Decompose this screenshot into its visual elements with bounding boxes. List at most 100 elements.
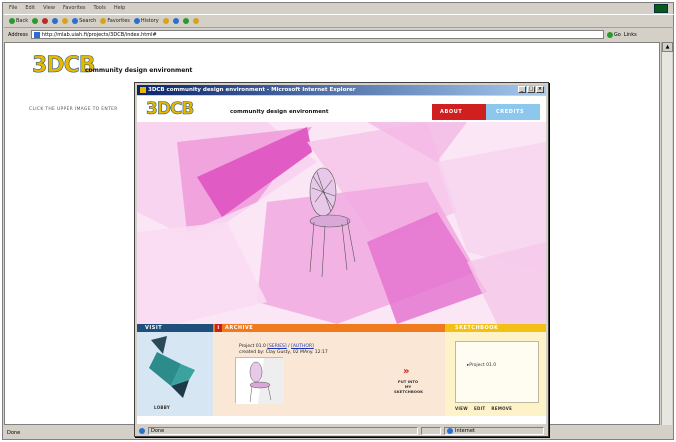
windows-logo-icon [654,4,668,13]
discuss-icon [192,18,199,24]
menu-favorites[interactable]: Favorites [63,5,86,11]
scene-3d-viewer[interactable] [137,122,546,324]
bottom-panels: VISIT LOBBY i ARCHIVE Project 01.0 [SERI… [137,324,546,416]
put-into-sketchbook-icon[interactable]: » [403,366,410,377]
project-thumbnail[interactable] [235,357,284,404]
popup-status-bar: Done Internet [137,426,546,436]
favorites-button[interactable]: Favorites [100,18,130,24]
history-icon [133,18,140,24]
home-button[interactable] [62,18,69,24]
popup-header: 3DCB community design environment ABOUT … [137,96,546,122]
mail-button[interactable] [162,18,169,24]
address-bar: Address http://mlab.uiah.fi/projects/3DC… [4,29,674,40]
menu-edit[interactable]: Edit [25,5,35,11]
sketchbook-panel: SKETCHBOOK Project 01.0 VIEW EDIT REMOVE [445,324,546,416]
forward-arrow-icon [32,18,39,24]
home-icon [62,18,69,24]
popup-window-controls: _ □ × [518,86,544,93]
thumbnail-backrest [249,361,263,383]
print-icon [172,18,179,24]
menu-file[interactable]: File [9,5,17,11]
popup-tagline: community design environment [230,109,329,115]
back-arrow-icon [9,18,15,24]
popup-title-bar[interactable]: 3DCB community design environment - Micr… [137,85,546,95]
popup-page: 3DCB community design environment ABOUT … [137,96,546,424]
site-tagline: community design environment [85,67,193,74]
search-button[interactable]: Search [72,18,96,24]
refresh-icon [52,18,59,24]
go-arrow-icon [606,31,613,38]
sketchbook-actions: VIEW EDIT REMOVE [455,406,512,411]
lobby-icon[interactable] [137,334,213,404]
address-input[interactable]: http://mlab.uiah.fi/projects/3DCB/index.… [30,30,604,39]
popup-title-text: 3DCB community design environment - Micr… [148,87,356,93]
forward-button[interactable] [32,18,39,24]
stop-button[interactable] [42,18,49,24]
remove-button[interactable]: REMOVE [491,406,512,411]
close-button[interactable]: × [536,86,544,93]
internet-globe-icon [447,428,453,434]
sketchbook-header: SKETCHBOOK [445,324,546,332]
enter-hint: CLICK THE UPPER IMAGE TO ENTER [29,107,118,112]
discuss-button[interactable] [192,18,199,24]
archive-header: i ARCHIVE [213,324,445,332]
menu-bar: File Edit View Favorites Tools Help [4,3,674,13]
address-label: Address [8,31,28,38]
visit-panel: VISIT LOBBY [137,324,213,416]
page-icon [33,31,40,38]
visit-header: VISIT [137,324,213,332]
project-created: created by: Clay Gusty, 02 MAny. 12:17 [239,350,328,355]
lobby-link[interactable]: LOBBY [154,405,170,410]
series-link[interactable]: [SERIES] [267,344,286,349]
project-name: Project 01.0 [239,344,266,349]
status-page-icon [139,428,145,434]
scroll-up-icon[interactable]: ▲ [662,42,673,52]
toolbar: Back Search Favorites History [4,14,674,28]
view-button[interactable]: VIEW [455,406,468,411]
status-zone: Internet [444,427,544,435]
edit-button[interactable] [182,18,189,24]
put-into-sketchbook-link[interactable]: PUT INTO MY SKETCHBOOK [394,379,423,394]
search-icon [72,18,79,24]
credits-button[interactable]: CREDITS [486,104,540,120]
history-button[interactable]: History [133,18,159,24]
site-logo[interactable]: 3DCB [32,53,96,79]
stop-icon [42,18,49,24]
back-button[interactable]: Back [9,18,28,24]
refresh-button[interactable] [52,18,59,24]
about-button[interactable]: ABOUT [432,104,486,120]
scene-canvas [137,122,546,324]
thumbnail-seat [249,381,271,389]
popup-app-icon [140,87,146,93]
menu-tools[interactable]: Tools [94,5,106,11]
browser-status-text: Done [7,429,21,436]
vertical-scrollbar[interactable]: ▲ [661,42,673,425]
archive-header-label: ARCHIVE [225,325,254,331]
sketchbook-item[interactable]: Project 01.0 [467,363,496,368]
status-blank [421,427,441,435]
popup-status-text: Done [148,427,418,435]
author-link[interactable]: [AUTHOR] [291,344,314,349]
print-button[interactable] [172,18,179,24]
links-button[interactable]: Links [624,32,637,38]
thumbnail-chair [236,358,284,404]
mail-icon [162,18,169,24]
archive-panel: i ARCHIVE Project 01.0 [SERIES] / [AUTHO… [213,324,445,416]
popup-logo[interactable]: 3DCB [146,99,195,120]
maximize-button[interactable]: □ [527,86,535,93]
edit-icon [182,18,189,24]
minimize-button[interactable]: _ [518,86,526,93]
edit-sketch-button[interactable]: EDIT [474,406,485,411]
project-info: Project 01.0 [SERIES] / [AUTHOR] created… [239,344,328,356]
chair-seat [309,214,351,228]
menu-help[interactable]: Help [114,5,125,11]
go-button[interactable]: Go [606,31,621,38]
favorites-icon [100,18,107,24]
address-url: http://mlab.uiah.fi/projects/3DCB/index.… [41,31,157,38]
status-zone-text: Internet [455,428,475,434]
link-separator: / [288,344,290,349]
info-icon[interactable]: i [215,324,222,332]
menu-view[interactable]: View [43,5,55,11]
lobby-shape [151,336,167,354]
popup-window: 3DCB community design environment - Micr… [134,82,549,437]
